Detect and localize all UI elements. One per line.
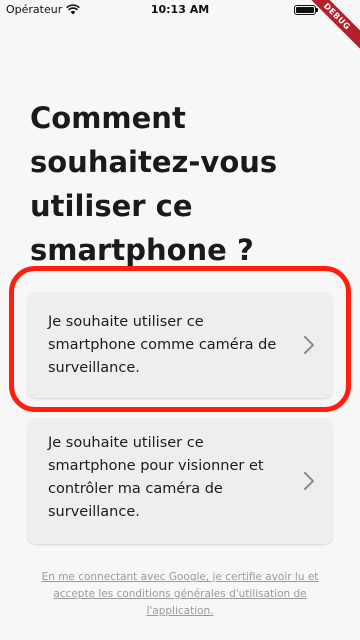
option-viewer-button[interactable]: Je souhaite utiliser ce smartphone pour … bbox=[28, 418, 332, 544]
option-viewer-label: Je souhaite utiliser ce smartphone pour … bbox=[48, 435, 264, 520]
chevron-right-icon bbox=[304, 336, 314, 354]
option-camera-label: Je souhaite utiliser ce smartphone comme… bbox=[48, 314, 277, 376]
page-title: Comment souhaitez-vous utiliser ce smart… bbox=[30, 101, 278, 267]
status-bar: Opérateur 10:13 AM bbox=[0, 0, 360, 20]
terms-consent-link[interactable]: En me connectant avec Google, je certifi… bbox=[30, 569, 330, 620]
option-camera-button[interactable]: Je souhaite utiliser ce smartphone comme… bbox=[28, 292, 332, 398]
chevron-right-icon bbox=[304, 472, 314, 490]
battery-level bbox=[296, 7, 314, 13]
battery-icon bbox=[294, 5, 318, 15]
